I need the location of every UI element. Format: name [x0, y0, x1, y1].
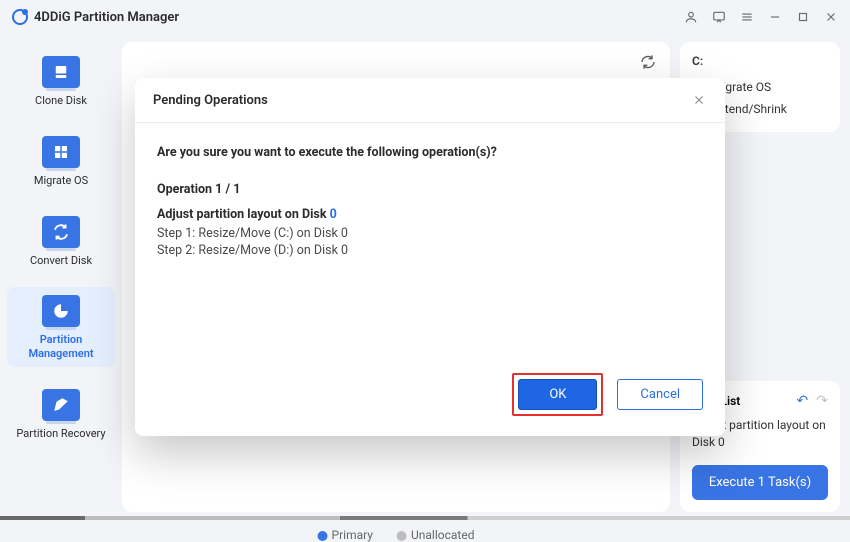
redo-icon[interactable]: ↷	[816, 393, 828, 409]
sidebar-item-partition-recovery[interactable]: Partition Recovery	[7, 381, 115, 447]
titlebar: 4DDiG Partition Manager	[0, 0, 850, 34]
sidebar-item-convert-disk[interactable]: Convert Disk	[7, 208, 115, 274]
migrate-os-icon	[42, 136, 80, 168]
titlebar-left: 4DDiG Partition Manager	[12, 9, 179, 25]
partition-recovery-icon	[42, 389, 80, 421]
pending-operations-dialog: Pending Operations Are you sure you want…	[135, 78, 725, 436]
legend-primary-label: Primary	[332, 528, 373, 542]
dialog-header: Pending Operations	[135, 78, 725, 123]
operation-step: Step 1: Resize/Move (C:) on Disk 0	[157, 226, 703, 241]
partition-management-icon	[42, 295, 80, 327]
legend-unallocated-label: Unallocated	[411, 528, 474, 542]
feedback-icon[interactable]	[712, 10, 726, 24]
undo-icon[interactable]: ↶	[797, 393, 809, 409]
account-icon[interactable]	[684, 10, 698, 24]
operation-counter: Operation 1 / 1	[157, 182, 703, 197]
convert-disk-icon	[42, 216, 80, 248]
cancel-button[interactable]: Cancel	[617, 379, 703, 410]
operation-step: Step 2: Resize/Move (D:) on Disk 0	[157, 243, 703, 258]
window-bottom-edge	[0, 516, 850, 520]
task-line2: Disk 0	[692, 434, 828, 451]
sidebar-item-clone-disk[interactable]: Clone Disk	[7, 48, 115, 114]
sidebar-item-label: Clone Disk	[11, 94, 111, 108]
sidebar: Clone Disk Migrate OS Convert Disk Parti…	[0, 34, 122, 520]
minimize-button[interactable]	[768, 10, 782, 24]
legend-unallocated-dot-icon	[397, 531, 407, 541]
operation-title-text: Adjust partition layout on Disk	[157, 207, 330, 222]
sidebar-item-label: Partition Recovery	[11, 427, 111, 441]
legend-unallocated: Unallocated	[397, 528, 474, 542]
clone-disk-icon	[42, 56, 80, 88]
legend-primary: Primary	[318, 528, 373, 542]
app-title: 4DDiG Partition Manager	[34, 10, 179, 25]
titlebar-right	[684, 10, 838, 24]
refresh-icon[interactable]	[640, 54, 656, 74]
menu-icon[interactable]	[740, 10, 754, 24]
confirm-question: Are you sure you want to execute the fol…	[157, 145, 703, 160]
operation-disk-number: 0	[330, 207, 337, 222]
sidebar-item-label: Partition Management	[11, 333, 111, 361]
legend: Primary Unallocated	[318, 528, 475, 542]
ok-button[interactable]: OK	[518, 379, 597, 410]
sidebar-item-partition-management[interactable]: Partition Management	[7, 287, 115, 367]
sidebar-item-label: Migrate OS	[11, 174, 111, 188]
operation-title: Adjust partition layout on Disk 0	[157, 207, 703, 222]
dialog-title: Pending Operations	[153, 93, 268, 108]
execute-tasks-button[interactable]: Execute 1 Task(s)	[692, 465, 828, 500]
dialog-body: Are you sure you want to execute the fol…	[135, 123, 725, 357]
task-list-actions: ↶ ↷	[797, 393, 828, 409]
drive-label: C:	[692, 54, 828, 68]
dialog-close-button[interactable]	[691, 92, 707, 108]
app-logo-icon	[12, 9, 28, 25]
sidebar-item-migrate-os[interactable]: Migrate OS	[7, 128, 115, 194]
maximize-button[interactable]	[796, 10, 810, 24]
legend-primary-dot-icon	[318, 531, 328, 541]
sidebar-item-label: Convert Disk	[11, 254, 111, 268]
close-button[interactable]	[824, 10, 838, 24]
dialog-footer: OK Cancel	[135, 357, 725, 436]
ok-highlight: OK	[512, 373, 603, 416]
